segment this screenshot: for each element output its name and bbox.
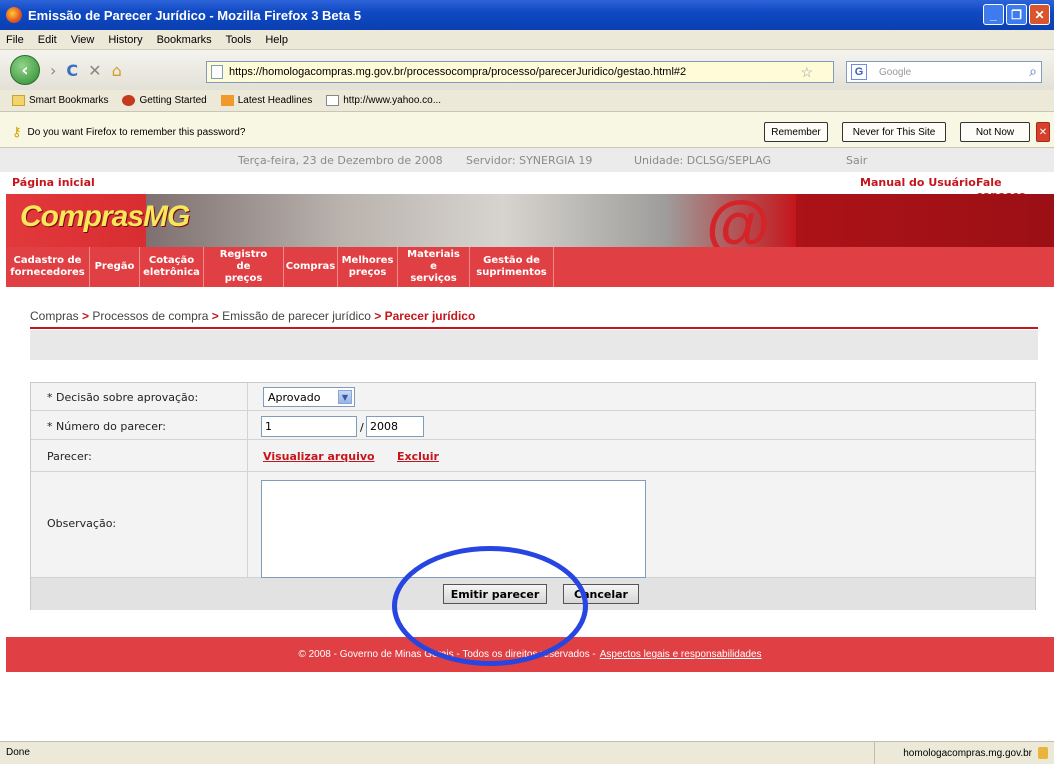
info-bar (30, 330, 1038, 360)
close-icon[interactable]: ✕ (1029, 4, 1050, 25)
year-input[interactable]: 2008 (366, 416, 424, 437)
home-link[interactable]: Página inicial (12, 176, 95, 189)
window-title-bar: Emissão de Parecer Jurídico - Mozilla Fi… (0, 0, 1054, 30)
nav-cotacao-eletronica[interactable]: Cotação eletrônica (140, 247, 204, 287)
menu-file[interactable]: File (6, 34, 24, 46)
bookmark-latest-headlines[interactable]: Latest Headlines (220, 95, 312, 106)
bookmark-smart[interactable]: Smart Bookmarks (12, 95, 108, 106)
bookmarks-toolbar: Smart Bookmarks Getting Started Latest H… (0, 90, 1054, 112)
menu-tools[interactable]: Tools (226, 34, 252, 46)
maximize-icon[interactable]: ❐ (1006, 4, 1027, 25)
rss-icon (220, 95, 234, 106)
page-icon (211, 65, 223, 79)
nav-gestao-suprimentos[interactable]: Gestão de suprimentos (470, 247, 554, 287)
key-icon: ⚷ (12, 124, 22, 139)
star-icon[interactable]: ☆ (800, 64, 813, 81)
google-icon[interactable]: G (851, 64, 867, 80)
password-message: Do you want Firefox to remember this pas… (27, 126, 246, 138)
search-icon[interactable]: ⌕ (1029, 63, 1037, 80)
parecer-label: Parecer: (47, 450, 92, 463)
forward-arrow-icon[interactable]: › (50, 61, 56, 80)
nav-melhores-precos[interactable]: Melhores preços (338, 247, 398, 287)
exit-link[interactable]: Sair (846, 154, 867, 167)
bookmark-yahoo[interactable]: http://www.yahoo.co... (326, 95, 441, 106)
main-nav: Cadastro de fornecedores Pregão Cotação el… (6, 247, 1054, 287)
reload-icon[interactable]: C (66, 61, 78, 80)
menu-view[interactable]: View (71, 34, 95, 46)
unit-text: Unidade: DCLSG/SEPLAG (634, 154, 772, 167)
menu-bar: File Edit View History Bookmarks Tools H… (0, 30, 1054, 50)
compras-mg-logo[interactable]: ComprasMG (20, 200, 190, 234)
highlight-ellipse (392, 546, 588, 666)
breadcrumb-processos[interactable]: Processos de compra (92, 309, 208, 323)
url-text: https://homologacompras.mg.gov.br/proces… (229, 66, 687, 78)
number-label: * Número do parecer: (47, 420, 167, 433)
menu-help[interactable]: Help (265, 34, 288, 46)
observation-label: Observação: (47, 517, 117, 530)
firefox-icon (6, 7, 22, 23)
breadcrumb-compras[interactable]: Compras (30, 309, 79, 323)
navigation-toolbar: ‹ › C ✕ ⌂ https://homologacompras.mg.gov… (0, 50, 1054, 90)
nav-materiais-servicos[interactable]: Materiais e serviços (398, 247, 470, 287)
number-input[interactable]: 1 (261, 416, 357, 437)
menu-bookmarks[interactable]: Bookmarks (157, 34, 212, 46)
slash-text: / (360, 421, 364, 434)
bookmark-getting-started[interactable]: Getting Started (122, 95, 207, 106)
form-row-number: * Número do parecer: 1 / 2008 (31, 411, 1035, 440)
search-placeholder: Google (879, 66, 912, 78)
manual-link[interactable]: Manual do Usuário (860, 176, 976, 189)
menu-history[interactable]: History (108, 34, 142, 46)
site-info-bar: Terça-feira, 23 de Dezembro de 2008 Serv… (0, 148, 1054, 172)
form-row-parecer: Parecer: Visualizar arquivo Excluir (31, 440, 1035, 472)
delete-link[interactable]: Excluir (397, 450, 439, 463)
nav-cadastro-fornecedores[interactable]: Cadastro de fornecedores (6, 247, 90, 287)
at-symbol-graphic: @ (706, 194, 771, 247)
firefox-icon (122, 95, 136, 106)
site-banner: ComprasMG @ (6, 194, 1054, 247)
breadcrumb-emissao[interactable]: Emissão de parecer jurídico (222, 309, 371, 323)
not-now-button[interactable]: Not Now (960, 122, 1030, 142)
status-domain: homologacompras.mg.gov.br (903, 748, 1032, 759)
breadcrumb: Compras > Processos de compra > Emissão … (30, 309, 476, 323)
home-icon[interactable]: ⌂ (112, 61, 122, 80)
nav-pregao[interactable]: Pregão (90, 247, 140, 287)
password-notification-bar: ⚷ Do you want Firefox to remember this pa… (0, 112, 1054, 148)
view-file-link[interactable]: Visualizar arquivo (263, 450, 375, 463)
close-icon[interactable]: ✕ (1036, 122, 1050, 142)
menu-edit[interactable]: Edit (38, 34, 57, 46)
server-text: Servidor: SYNERGIA 19 (466, 154, 593, 167)
back-arrow-icon[interactable]: ‹ (10, 55, 40, 85)
page-icon (326, 95, 340, 106)
date-text: Terça-feira, 23 de Dezembro de 2008 (238, 154, 443, 167)
chevron-down-icon[interactable]: ▼ (338, 390, 352, 404)
remember-button[interactable]: Remember (764, 122, 828, 142)
url-bar[interactable]: https://homologacompras.mg.gov.br/proces… (206, 61, 834, 83)
decision-select[interactable]: Aprovado ▼ (263, 387, 355, 407)
top-nav: Página inicial Manual do Usuário Fale co… (0, 172, 1054, 202)
nav-registro-precos[interactable]: Registro de preços (204, 247, 284, 287)
never-for-site-button[interactable]: Never for This Site (842, 122, 946, 142)
decision-label: * Decisão sobre aprovação: (47, 391, 199, 404)
nav-compras[interactable]: Compras (284, 247, 338, 287)
window-title: Emissão de Parecer Jurídico - Mozilla Fi… (28, 7, 362, 23)
status-text: Done (6, 747, 30, 758)
lock-icon[interactable] (1038, 747, 1048, 759)
breadcrumb-current: Parecer jurídico (384, 309, 476, 323)
status-bar: Done homologacompras.mg.gov.br (0, 741, 1054, 764)
divider (30, 327, 1038, 329)
folder-icon (12, 95, 25, 106)
banner-photo (146, 194, 796, 247)
minimize-icon[interactable]: _ (983, 4, 1004, 25)
form-row-decision: * Decisão sobre aprovação: Aprovado ▼ (31, 383, 1035, 411)
search-input[interactable]: G Google ⌕ (846, 61, 1042, 83)
stop-icon[interactable]: ✕ (88, 61, 101, 80)
legal-link[interactable]: Aspectos legais e responsabilidades (600, 649, 762, 660)
